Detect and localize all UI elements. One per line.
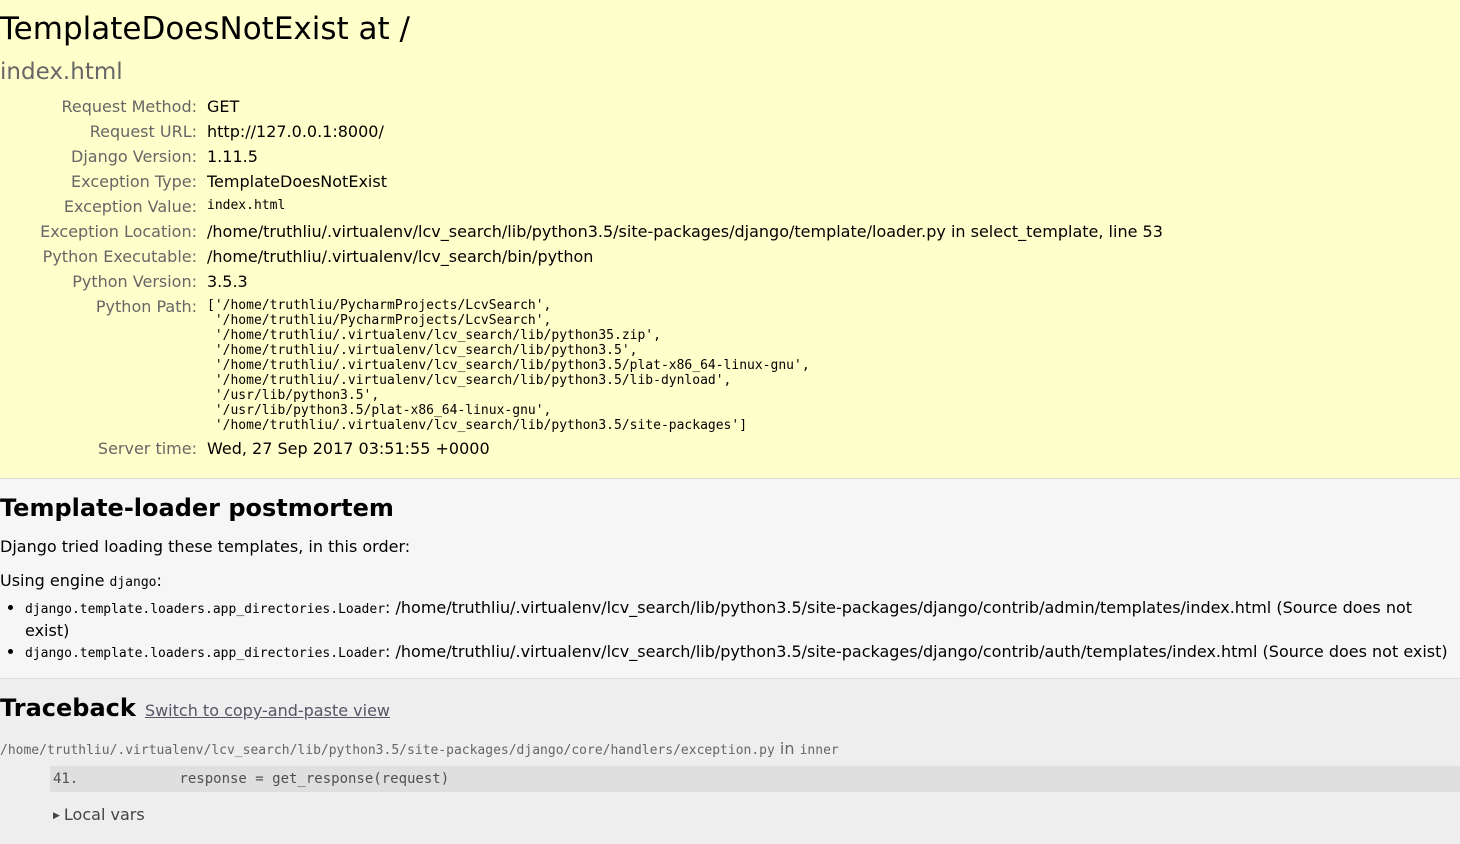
traceback-panel: Traceback Switch to copy-and-paste view …	[0, 679, 1460, 824]
postmortem-heading: Template-loader postmortem	[0, 494, 394, 522]
local-vars-toggle[interactable]: ▶ Local vars	[53, 805, 1460, 824]
page-title: TemplateDoesNotExist at /	[0, 11, 410, 47]
triangle-right-icon: ▶	[53, 810, 60, 821]
meta-row-server-time: Server time: Wed, 27 Sep 2017 03:51:55 +…	[97, 439, 490, 458]
meta-row-request-method: Request Method: GET	[61, 97, 240, 116]
traceback-heading: Traceback	[0, 694, 136, 722]
list-item: django.template.loaders.app_directories.…	[25, 597, 1460, 641]
meta-row-django-version: Django Version: 1.11.5	[71, 147, 258, 166]
switch-to-copy-paste-link[interactable]: Switch to copy-and-paste view	[145, 701, 390, 720]
meta-row-python-executable: Python Executable: /home/truthliu/.virtu…	[42, 247, 594, 266]
meta-row-exception-location: Exception Location: /home/truthliu/.virt…	[40, 222, 1163, 241]
frame-file-path: /home/truthliu/.virtualenv/lcv_search/li…	[0, 739, 839, 758]
context-line[interactable]: 41. response = get_response(request)	[50, 766, 1460, 792]
exception-value-heading: index.html	[0, 59, 123, 85]
meta-row-exception-value: Exception Value: index.html	[63, 197, 286, 216]
engine-line: Using engine django:	[0, 571, 162, 590]
postmortem-intro: Django tried loading these templates, in…	[0, 537, 411, 556]
meta-row-request-url: Request URL: http://127.0.0.1:8000/	[89, 122, 384, 141]
meta-row-python-version: Python Version: 3.5.3	[72, 272, 248, 291]
loader-list: django.template.loaders.app_directories.…	[0, 597, 1460, 664]
engine-name: django	[109, 575, 157, 590]
request-meta-table: Request Method: GET Request URL: http://…	[0, 95, 1163, 462]
template-postmortem-panel: Template-loader postmortem Django tried …	[0, 479, 1460, 679]
meta-row-python-path: Python Path: ['/home/truthliu/PycharmPro…	[95, 297, 810, 434]
meta-row-exception-type: Exception Type: TemplateDoesNotExist	[71, 172, 387, 191]
summary-panel: TemplateDoesNotExist at / index.html Req…	[0, 0, 1460, 479]
list-item: django.template.loaders.app_directories.…	[25, 641, 1460, 664]
